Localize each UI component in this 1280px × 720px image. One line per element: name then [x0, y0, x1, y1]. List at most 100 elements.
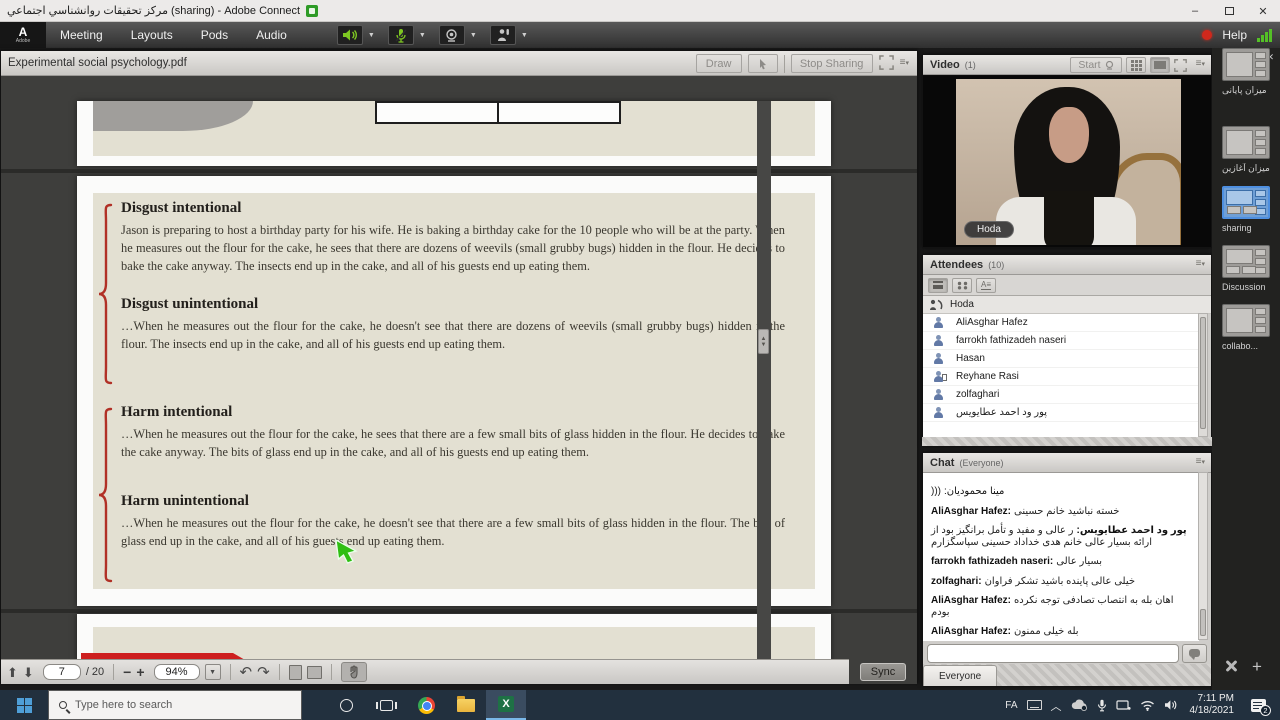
action-center-icon[interactable]: 2 — [1251, 699, 1266, 712]
chat-tab-everyone[interactable]: Everyone — [923, 665, 997, 686]
raise-hand-button[interactable] — [490, 25, 516, 45]
slide-text-sections: Disgust intentional Jason is preparing t… — [121, 200, 785, 551]
recording-indicator-icon[interactable] — [1202, 30, 1212, 40]
file-explorer-button[interactable] — [446, 690, 486, 720]
pan-tool-button[interactable] — [341, 662, 367, 682]
microphone-dropdown[interactable]: ▼ — [416, 25, 429, 45]
wifi-icon[interactable] — [1140, 700, 1155, 711]
attendee-list-view-button[interactable] — [928, 278, 948, 293]
attendees-scrollbar[interactable] — [1198, 313, 1208, 437]
start-webcam-button[interactable]: Start — [1070, 57, 1122, 73]
chat-send-button[interactable] — [1182, 644, 1207, 663]
zoom-out-button[interactable]: − — [123, 665, 131, 679]
attendee-row[interactable]: Reyhane Rasi — [923, 368, 1199, 386]
video-fullscreen-icon[interactable] — [1174, 59, 1187, 72]
section-heading: Disgust unintentional — [121, 296, 785, 313]
layout-item[interactable]: collabo... — [1222, 304, 1270, 351]
attendee-row[interactable]: Hasan — [923, 350, 1199, 368]
attendees-pod-menu-button[interactable]: ≡▾ — [1196, 259, 1205, 270]
zoom-dropdown-button[interactable]: ▼ — [205, 664, 221, 680]
status-view-button[interactable]: A≡ — [976, 278, 996, 293]
zoom-in-button[interactable]: + — [136, 665, 144, 679]
zoom-level-input[interactable] — [154, 664, 200, 680]
shared-document-view[interactable]: Disgust intentional Jason is preparing t… — [1, 76, 917, 659]
phone-attendee-icon — [929, 299, 943, 311]
document-scrollbar-thumb[interactable]: ▲ ▼ — [758, 329, 769, 354]
close-button[interactable]: ✕ — [1246, 0, 1280, 22]
microphone-tray-icon[interactable] — [1097, 699, 1107, 712]
chat-scrollbar[interactable] — [1198, 472, 1208, 640]
layout-item[interactable]: Discussion — [1222, 245, 1270, 292]
menu-audio[interactable]: Audio — [242, 22, 301, 48]
rotate-left-button[interactable]: ↶ — [240, 666, 253, 679]
layout-item[interactable]: sharing — [1222, 186, 1270, 233]
layout-item[interactable]: میزان پایانی — [1222, 48, 1270, 96]
grid-view-button[interactable] — [1126, 57, 1146, 73]
connection-signal-icon[interactable] — [1257, 29, 1272, 42]
filmstrip-view-button[interactable] — [1150, 57, 1170, 73]
clock-time: 7:11 PM — [1198, 693, 1235, 705]
speaker-button[interactable] — [337, 25, 363, 45]
maximize-icon — [1225, 7, 1234, 15]
microphone-button[interactable] — [388, 25, 414, 45]
chat-pod-menu-button[interactable]: ≡▾ — [1196, 457, 1205, 468]
maximize-button[interactable] — [1212, 0, 1246, 22]
fit-width-button[interactable] — [307, 666, 322, 679]
attendees-pod: Attendees (10) ≡▾ A≡ Hoda AliAsghar Hafe… — [922, 254, 1212, 446]
chat-scrollbar-thumb[interactable] — [1200, 609, 1206, 636]
video-pod-menu-button[interactable]: ≡▾ — [1196, 59, 1205, 70]
slide-section: Disgust intentional Jason is preparing t… — [121, 200, 785, 276]
tools-icon[interactable] — [1224, 659, 1238, 673]
layout-item[interactable]: میزان آغازین — [1222, 126, 1270, 174]
next-page-button[interactable]: ⬇ — [23, 666, 34, 679]
speaker-dropdown[interactable]: ▼ — [365, 25, 378, 45]
attendee-row[interactable]: AliAsghar Hafez — [923, 314, 1199, 332]
excel-app-button[interactable]: X — [486, 690, 526, 720]
rotate-right-button[interactable]: ↷ — [257, 666, 270, 679]
video-pod-title: Video — [930, 59, 960, 71]
stop-sharing-button[interactable]: Stop Sharing — [791, 54, 873, 73]
chat-input[interactable] — [927, 644, 1179, 663]
add-pod-icon[interactable]: + — [1252, 658, 1262, 675]
host-row[interactable]: Hoda — [923, 296, 1211, 314]
webcam-button[interactable] — [439, 25, 465, 45]
task-view-button[interactable] — [366, 690, 406, 720]
minimize-button[interactable]: – — [1178, 0, 1212, 22]
attendee-row[interactable]: zolfaghari — [923, 386, 1199, 404]
menu-meeting[interactable]: Meeting — [46, 22, 117, 48]
document-scrollbar[interactable]: ▲ ▼ — [757, 101, 771, 659]
language-indicator[interactable]: FA — [1005, 700, 1017, 711]
menu-pods[interactable]: Pods — [187, 22, 242, 48]
section-heading: Harm unintentional — [121, 493, 785, 510]
attendee-row[interactable]: farrokh fathizadeh naseri — [923, 332, 1199, 350]
adobe-logo[interactable]: A Adobe — [0, 22, 46, 48]
onedrive-cloud-icon[interactable] — [1071, 699, 1088, 711]
previous-page-button[interactable]: ⬆ — [7, 666, 18, 679]
attendees-pod-resize-area[interactable] — [922, 437, 1212, 446]
breakout-view-button[interactable] — [952, 278, 972, 293]
share-pod-menu-button[interactable]: ≡▾ — [900, 58, 909, 69]
tray-expand-icon[interactable]: ︿ — [1051, 698, 1062, 714]
page-number-input[interactable] — [43, 664, 81, 680]
draw-button[interactable]: Draw — [696, 54, 742, 73]
fullscreen-button[interactable] — [879, 55, 894, 73]
help-menu[interactable]: Help — [1222, 28, 1247, 42]
screen-share-icon[interactable] — [1116, 699, 1131, 711]
taskbar-search[interactable]: Type here to search — [48, 690, 302, 720]
taskbar-clock[interactable]: 7:11 PM 4/18/2021 — [1186, 693, 1239, 717]
start-button[interactable] — [0, 690, 48, 720]
keyboard-icon[interactable] — [1027, 700, 1042, 710]
pointer-tool-button[interactable] — [748, 54, 778, 73]
cortana-button[interactable] — [326, 690, 366, 720]
chrome-app-button[interactable] — [406, 690, 446, 720]
attendees-scrollbar-thumb[interactable] — [1200, 317, 1206, 429]
raise-hand-dropdown[interactable]: ▼ — [518, 25, 531, 45]
attendee-name: پور ود احمد عطایویس — [956, 407, 1047, 418]
menu-layouts[interactable]: Layouts — [117, 22, 187, 48]
attendee-row[interactable]: پور ود احمد عطایویس — [923, 404, 1199, 422]
chat-pod-header: Chat (Everyone) ≡▾ — [923, 453, 1211, 473]
sync-button[interactable]: Sync — [860, 663, 906, 681]
webcam-dropdown[interactable]: ▼ — [467, 25, 480, 45]
fit-page-button[interactable] — [289, 665, 302, 680]
volume-icon[interactable] — [1164, 699, 1177, 711]
